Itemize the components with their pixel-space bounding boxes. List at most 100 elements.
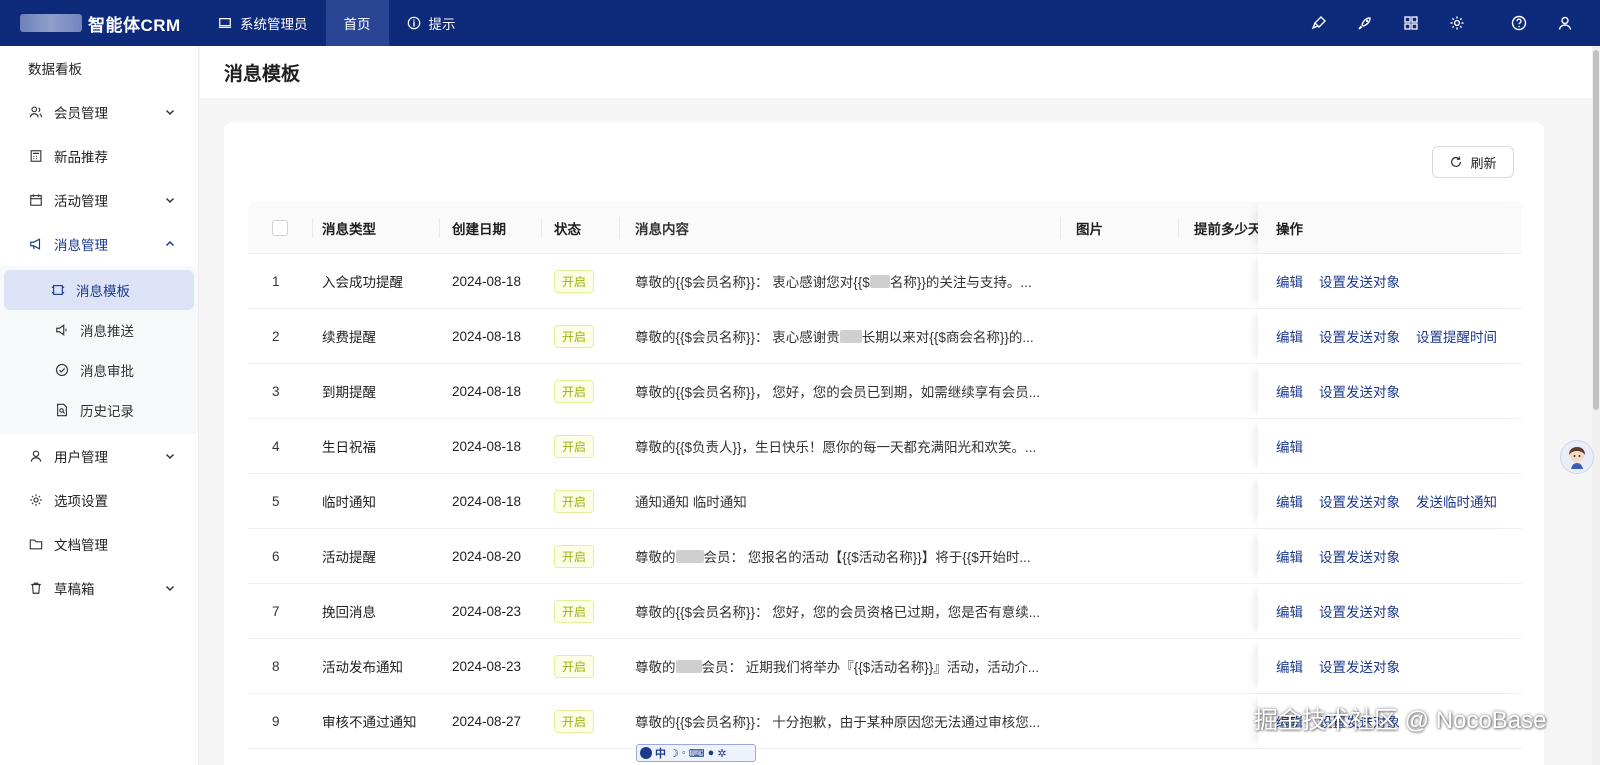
column-header-image[interactable]: 图片 bbox=[1060, 218, 1178, 238]
brush-icon[interactable] bbox=[1296, 0, 1342, 46]
column-header-advance-days[interactable]: 提前多少天 bbox=[1178, 218, 1258, 238]
calendar-icon bbox=[28, 192, 44, 208]
set-recipients-link[interactable]: 设置发送对象 bbox=[1319, 326, 1400, 346]
ime-toolbar[interactable]: 中 ☽ ◦ ⌨ ● ✲ bbox=[636, 744, 756, 762]
cell-message-type: 临时通知 bbox=[322, 495, 376, 510]
status-badge: 开启 bbox=[554, 544, 595, 568]
nav-system-admin[interactable]: 系统管理员 bbox=[200, 0, 326, 46]
table-row[interactable]: 2 续费提醒 2024-08-18 开启 尊敬的{{$会员名称}}： 衷心感谢贵 长期以来… bbox=[248, 309, 1522, 364]
cell-message-content: 尊敬的 会员： 近期我们将举办『{{$活动名称}}』活动，活动介... bbox=[619, 656, 1060, 676]
content-text: 尊敬的 bbox=[635, 550, 676, 565]
nav-tips[interactable]: 提示 bbox=[389, 0, 474, 46]
cell-created-date: 2024-08-18 bbox=[452, 383, 522, 399]
sidebar-item-message-push[interactable]: 消息推送 bbox=[4, 310, 194, 350]
laptop-icon bbox=[218, 18, 232, 28]
select-all-checkbox[interactable] bbox=[272, 219, 288, 236]
send-temp-notice-link[interactable]: 发送临时通知 bbox=[1416, 491, 1497, 511]
page-scrollbar[interactable] bbox=[1592, 46, 1600, 765]
set-recipients-link[interactable]: 设置发送对象 bbox=[1319, 601, 1400, 621]
nav-label: 系统管理员 bbox=[240, 17, 308, 32]
edit-link[interactable]: 编辑 bbox=[1276, 436, 1303, 456]
set-recipients-link[interactable]: 设置发送对象 bbox=[1319, 546, 1400, 566]
sidebar-item-members[interactable]: 会员管理 bbox=[0, 90, 198, 134]
table-row[interactable]: 8 活动发布通知 2024-08-23 开启 尊敬的 会员： 近期我们将举办『{{$活动名… bbox=[248, 639, 1522, 694]
column-header-status[interactable]: 状态 bbox=[541, 218, 619, 238]
sidebar-item-message-approval[interactable]: 消息审批 bbox=[4, 350, 194, 390]
edit-link[interactable]: 编辑 bbox=[1276, 271, 1303, 291]
edit-link[interactable]: 编辑 bbox=[1276, 656, 1303, 676]
assistant-avatar[interactable] bbox=[1560, 440, 1594, 474]
edit-link[interactable]: 编辑 bbox=[1276, 491, 1303, 511]
table-row[interactable]: 5 临时通知 2024-08-18 开启 通知通知 临时通知 编辑 设置发送对象 发送临时通知 bbox=[248, 474, 1522, 529]
rocket-icon[interactable] bbox=[1342, 0, 1388, 46]
edit-link[interactable]: 编辑 bbox=[1276, 381, 1303, 401]
sidebar-item-documents[interactable]: 文档管理 bbox=[0, 522, 198, 566]
messages-submenu: 消息模板 消息推送 消息审批 历史记录 bbox=[0, 266, 198, 434]
chevron-down-icon bbox=[165, 585, 175, 592]
nav-label: 首页 bbox=[343, 17, 371, 32]
refresh-button[interactable]: 刷新 bbox=[1432, 146, 1514, 178]
file-search-icon bbox=[54, 402, 70, 418]
gear-icon bbox=[28, 492, 44, 508]
ime-settings-icon: ✲ bbox=[717, 747, 727, 760]
brand-logo[interactable]: 智能体CRM bbox=[0, 0, 200, 46]
chevron-down-icon bbox=[165, 453, 175, 460]
help-icon[interactable] bbox=[1496, 0, 1542, 46]
cell-actions: 编辑 设置发送对象 发送临时通知 bbox=[1258, 474, 1522, 528]
cell-status: 开启 bbox=[541, 434, 619, 458]
column-header-type[interactable]: 消息类型 bbox=[312, 218, 439, 238]
gear-icon[interactable] bbox=[1434, 0, 1480, 46]
cell-message-type: 入会成功提醒 bbox=[322, 275, 403, 290]
sidebar-item-messages[interactable]: 消息管理 bbox=[0, 222, 198, 266]
cell-actions: 编辑 设置发送对象 bbox=[1258, 254, 1522, 308]
scrollbar-thumb[interactable] bbox=[1593, 50, 1599, 410]
row-number: 9 bbox=[272, 713, 280, 729]
table-row[interactable]: 3 到期提醒 2024-08-18 开启 尊敬的{{$会员名称}}， 您好，您的会员已到… bbox=[248, 364, 1522, 419]
table-row[interactable]: 6 活动提醒 2024-08-20 开启 尊敬的 会员： 您报名的活动【{{$活动名称}}… bbox=[248, 529, 1522, 584]
column-header-date[interactable]: 创建日期 bbox=[439, 218, 541, 238]
table-row[interactable]: 1 入会成功提醒 2024-08-18 开启 尊敬的{{$会员名称}}： 衷心感谢您对{… bbox=[248, 254, 1522, 309]
user-icon[interactable] bbox=[1542, 0, 1588, 46]
cell-status: 开启 bbox=[541, 379, 619, 403]
sidebar-item-options[interactable]: 选项设置 bbox=[0, 478, 198, 522]
content-text: 尊敬的{{$会员名称}}， 您好，您的会员已到期，如需继续享有会员... bbox=[635, 385, 1041, 400]
grid-icon[interactable] bbox=[1388, 0, 1434, 46]
set-recipients-link[interactable]: 设置发送对象 bbox=[1319, 656, 1400, 676]
check-circle-icon bbox=[54, 362, 70, 378]
content-text: 名称}}的关注与支持。... bbox=[889, 275, 1032, 290]
table-row[interactable]: 4 生日祝福 2024-08-18 开启 尊敬的{{$负责人}}，生日快乐！愿你的每一天… bbox=[248, 419, 1522, 474]
edit-link[interactable]: 编辑 bbox=[1276, 326, 1303, 346]
cell-status: 开启 bbox=[541, 544, 619, 568]
table-row[interactable]: 7 挽回消息 2024-08-23 开启 尊敬的{{$会员名称}}： 您好，您的会员资格… bbox=[248, 584, 1522, 639]
set-recipients-link[interactable]: 设置发送对象 bbox=[1319, 271, 1400, 291]
cell-created-date: 2024-08-18 bbox=[452, 438, 522, 454]
edit-link[interactable]: 编辑 bbox=[1276, 601, 1303, 621]
cell-actions: 编辑 设置发送对象 bbox=[1258, 529, 1522, 583]
content-text: 尊敬的{{$负责人}}，生日快乐！愿你的每一天都充满阳光和欢笑。... bbox=[635, 440, 1037, 455]
edit-link[interactable]: 编辑 bbox=[1276, 546, 1303, 566]
cell-status: 开启 bbox=[541, 599, 619, 623]
user-icon bbox=[28, 448, 44, 464]
nav-home[interactable]: 首页 bbox=[325, 0, 389, 46]
table-header: 消息类型 创建日期 状态 消息内容 图片 提前多少天 操作 bbox=[248, 202, 1522, 254]
set-recipients-link[interactable]: 设置发送对象 bbox=[1319, 491, 1400, 511]
content-text: 尊敬的 bbox=[635, 660, 676, 675]
sidebar-item-dashboard[interactable]: 数据看板 bbox=[0, 46, 198, 90]
set-reminder-time-link[interactable]: 设置提醒时间 bbox=[1416, 326, 1497, 346]
cell-actions: 编辑 设置发送对象 bbox=[1258, 584, 1522, 638]
sidebar-item-message-templates[interactable]: 消息模板 bbox=[4, 270, 194, 310]
cell-created-date: 2024-08-18 bbox=[452, 493, 522, 509]
sidebar-item-label: 选项设置 bbox=[54, 494, 108, 509]
refresh-icon bbox=[1451, 156, 1462, 167]
nav-label: 提示 bbox=[428, 17, 456, 32]
cell-message-content: 尊敬的{{$会员名称}}， 您好，您的会员已到期，如需继续享有会员... bbox=[619, 381, 1060, 401]
sidebar-item-new-products[interactable]: 新品推荐 bbox=[0, 134, 198, 178]
row-number: 4 bbox=[272, 438, 280, 454]
column-header-content[interactable]: 消息内容 bbox=[619, 218, 1060, 238]
status-badge: 开启 bbox=[554, 599, 595, 623]
sidebar-item-history[interactable]: 历史记录 bbox=[4, 390, 194, 430]
sidebar-item-drafts[interactable]: 草稿箱 bbox=[0, 566, 198, 610]
sidebar-item-activities[interactable]: 活动管理 bbox=[0, 178, 198, 222]
sidebar-item-users[interactable]: 用户管理 bbox=[0, 434, 198, 478]
set-recipients-link[interactable]: 设置发送对象 bbox=[1319, 381, 1400, 401]
